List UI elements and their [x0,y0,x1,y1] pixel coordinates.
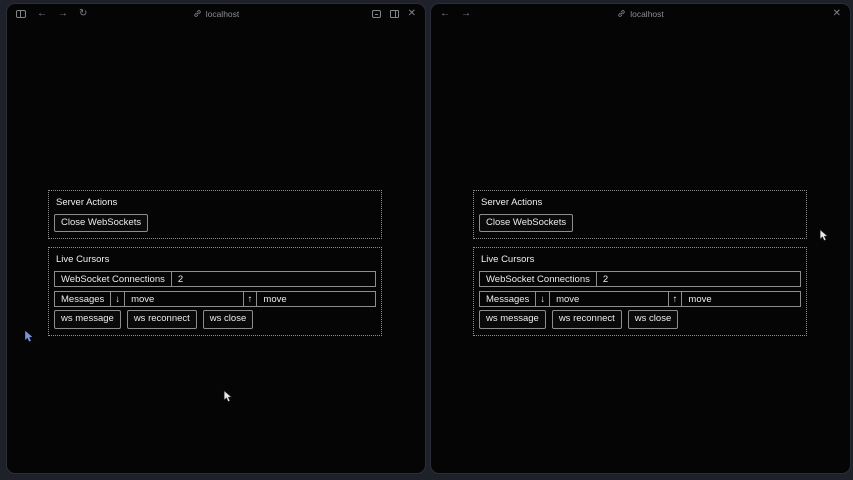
ws-buttons-row: ws message ws reconnect ws close [54,310,376,328]
titlebar[interactable]: ← → ↻ localhost ✕ [7,4,425,23]
server-actions-panel: Server Actions Close WebSockets [473,190,807,239]
close-window-button[interactable]: ✕ [408,9,416,19]
messages-row: Messages ↓ move ↑ move [479,291,801,307]
browser-window-left: ← → ↻ localhost ✕ Server Actions Close W… [6,3,426,474]
live-cursors-panel: Live Cursors WebSocket Connections 2 Mes… [473,247,807,335]
connections-value: 2 [597,272,800,286]
ws-buttons-row: ws message ws reconnect ws close [479,310,801,328]
connections-value: 2 [172,272,375,286]
arrow-down-icon: ↓ [111,292,125,306]
server-actions-legend: Server Actions [56,197,376,208]
ws-reconnect-button[interactable]: ws reconnect [552,310,622,328]
ws-reconnect-button[interactable]: ws reconnect [127,310,197,328]
messages-row: Messages ↓ move ↑ move [54,291,376,307]
titlebar[interactable]: ← → localhost ✕ [431,4,850,23]
messages-label: Messages [55,292,111,306]
connections-label: WebSocket Connections [55,272,172,286]
link-icon [193,9,202,18]
close-window-button[interactable]: ✕ [833,9,841,19]
last-sent-message: move [682,292,800,306]
ws-close-button[interactable]: ws close [203,310,253,328]
url-bar[interactable]: localhost [431,4,850,23]
reload-button[interactable]: ↻ [79,9,87,19]
reader-mode-icon[interactable] [372,10,381,18]
close-websockets-button[interactable]: Close WebSockets [54,214,148,232]
last-received-message: move [125,292,244,306]
messages-label: Messages [480,292,536,306]
link-icon [617,9,626,18]
back-button[interactable]: ← [37,9,47,19]
last-sent-message: move [257,292,375,306]
live-cursors-legend: Live Cursors [481,254,801,265]
live-cursors-legend: Live Cursors [56,254,376,265]
forward-button[interactable]: → [461,9,471,19]
connections-row: WebSocket Connections 2 [479,271,801,287]
sidebar-toggle-icon[interactable] [16,10,26,18]
ws-message-button[interactable]: ws message [479,310,546,328]
split-view-icon[interactable] [390,10,399,18]
live-cursors-panel: Live Cursors WebSocket Connections 2 Mes… [48,247,382,335]
ws-message-button[interactable]: ws message [54,310,121,328]
connections-label: WebSocket Connections [480,272,597,286]
url-text: localhost [630,9,664,19]
browser-window-right: ← → localhost ✕ Server Actions Close Web… [430,3,851,474]
ws-close-button[interactable]: ws close [628,310,678,328]
arrow-up-icon: ↑ [244,292,258,306]
last-received-message: move [550,292,669,306]
desktop: { "desktop": { "background": "#1f212a" }… [0,0,853,480]
page-content: Server Actions Close WebSockets Live Cur… [473,190,807,336]
back-button[interactable]: ← [440,9,450,19]
arrow-down-icon: ↓ [536,292,550,306]
arrow-up-icon: ↑ [669,292,683,306]
url-text: localhost [206,9,240,19]
server-actions-panel: Server Actions Close WebSockets [48,190,382,239]
forward-button[interactable]: → [58,9,68,19]
server-actions-legend: Server Actions [481,197,801,208]
close-websockets-button[interactable]: Close WebSockets [479,214,573,232]
page-content: Server Actions Close WebSockets Live Cur… [48,190,382,336]
connections-row: WebSocket Connections 2 [54,271,376,287]
